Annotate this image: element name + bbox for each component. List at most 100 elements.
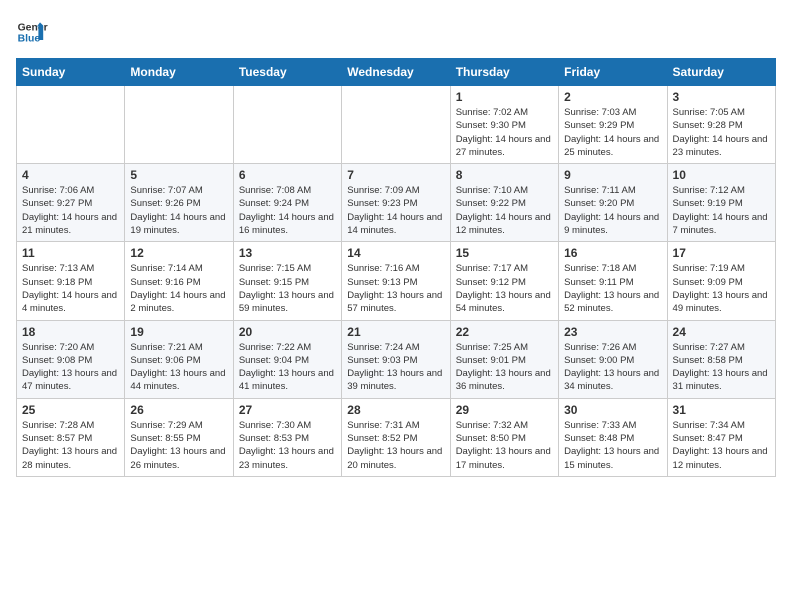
calendar-cell: 6 Sunrise: 7:08 AMSunset: 9:24 PMDaylight…: [233, 164, 341, 242]
day-number: 26: [130, 403, 227, 417]
calendar-cell: [342, 86, 450, 164]
day-info: Sunrise: 7:13 AMSunset: 9:18 PMDaylight:…: [22, 262, 119, 315]
calendar-cell: 17 Sunrise: 7:19 AMSunset: 9:09 PMDayligh…: [667, 242, 775, 320]
calendar-cell: 20 Sunrise: 7:22 AMSunset: 9:04 PMDayligh…: [233, 320, 341, 398]
calendar-cell: 26 Sunrise: 7:29 AMSunset: 8:55 PMDayligh…: [125, 398, 233, 476]
calendar-cell: 30Sunrise: 7:33 AMSunset: 8:48 PMDayligh…: [559, 398, 667, 476]
day-number: 15: [456, 246, 553, 260]
day-number: 9: [564, 168, 661, 182]
day-number: 28: [347, 403, 444, 417]
day-info: Sunrise: 7:17 AMSunset: 9:12 PMDaylight:…: [456, 262, 553, 315]
calendar-cell: 16Sunrise: 7:18 AMSunset: 9:11 PMDayligh…: [559, 242, 667, 320]
day-number: 8: [456, 168, 553, 182]
calendar-header-wednesday: Wednesday: [342, 59, 450, 86]
day-number: 18: [22, 325, 119, 339]
calendar-cell: 23 Sunrise: 7:26 AMSunset: 9:00 PMDayligh…: [559, 320, 667, 398]
day-number: 24: [673, 325, 770, 339]
calendar-cell: 18 Sunrise: 7:20 AMSunset: 9:08 PMDayligh…: [17, 320, 125, 398]
day-info: Sunrise: 7:10 AMSunset: 9:22 PMDaylight:…: [456, 184, 553, 237]
day-number: 2: [564, 90, 661, 104]
calendar-cell: 21Sunrise: 7:24 AMSunset: 9:03 PMDayligh…: [342, 320, 450, 398]
day-info: Sunrise: 7:22 AMSunset: 9:04 PMDaylight:…: [239, 341, 336, 394]
day-number: 5: [130, 168, 227, 182]
calendar-cell: 4 Sunrise: 7:06 AMSunset: 9:27 PMDaylight…: [17, 164, 125, 242]
calendar-header-monday: Monday: [125, 59, 233, 86]
calendar-cell: 15 Sunrise: 7:17 AMSunset: 9:12 PMDayligh…: [450, 242, 558, 320]
day-info: Sunrise: 7:09 AMSunset: 9:23 PMDaylight:…: [347, 184, 444, 237]
day-number: 11: [22, 246, 119, 260]
day-number: 17: [673, 246, 770, 260]
day-info: Sunrise: 7:31 AMSunset: 8:52 PMDaylight:…: [347, 419, 444, 472]
day-info: Sunrise: 7:12 AMSunset: 9:19 PMDaylight:…: [673, 184, 770, 237]
calendar-cell: 5 Sunrise: 7:07 AMSunset: 9:26 PMDaylight…: [125, 164, 233, 242]
day-info: Sunrise: 7:29 AMSunset: 8:55 PMDaylight:…: [130, 419, 227, 472]
day-number: 31: [673, 403, 770, 417]
calendar-table: SundayMondayTuesdayWednesdayThursdayFrid…: [16, 58, 776, 477]
calendar-cell: 27Sunrise: 7:30 AMSunset: 8:53 PMDayligh…: [233, 398, 341, 476]
day-number: 19: [130, 325, 227, 339]
calendar-header-thursday: Thursday: [450, 59, 558, 86]
calendar-cell: 25 Sunrise: 7:28 AMSunset: 8:57 PMDayligh…: [17, 398, 125, 476]
day-info: Sunrise: 7:34 AMSunset: 8:47 PMDaylight:…: [673, 419, 770, 472]
day-info: Sunrise: 7:19 AMSunset: 9:09 PMDaylight:…: [673, 262, 770, 315]
calendar-cell: 19 Sunrise: 7:21 AMSunset: 9:06 PMDayligh…: [125, 320, 233, 398]
day-number: 21: [347, 325, 444, 339]
calendar-cell: 10 Sunrise: 7:12 AMSunset: 9:19 PMDayligh…: [667, 164, 775, 242]
day-number: 3: [673, 90, 770, 104]
logo: General Blue: [16, 16, 48, 48]
day-info: Sunrise: 7:03 AMSunset: 9:29 PMDaylight:…: [564, 106, 661, 159]
day-info: Sunrise: 7:11 AMSunset: 9:20 PMDaylight:…: [564, 184, 661, 237]
day-number: 7: [347, 168, 444, 182]
calendar-cell: 9 Sunrise: 7:11 AMSunset: 9:20 PMDaylight…: [559, 164, 667, 242]
calendar-header-row: SundayMondayTuesdayWednesdayThursdayFrid…: [17, 59, 776, 86]
calendar-header-friday: Friday: [559, 59, 667, 86]
calendar-cell: 12 Sunrise: 7:14 AMSunset: 9:16 PMDayligh…: [125, 242, 233, 320]
day-number: 20: [239, 325, 336, 339]
calendar-cell: [233, 86, 341, 164]
calendar-cell: 3 Sunrise: 7:05 AMSunset: 9:28 PMDaylight…: [667, 86, 775, 164]
calendar-cell: 1 Sunrise: 7:02 AMSunset: 9:30 PMDaylight…: [450, 86, 558, 164]
day-number: 14: [347, 246, 444, 260]
day-info: Sunrise: 7:02 AMSunset: 9:30 PMDaylight:…: [456, 106, 553, 159]
svg-text:Blue: Blue: [18, 34, 41, 45]
calendar-cell: 13 Sunrise: 7:15 AMSunset: 9:15 PMDayligh…: [233, 242, 341, 320]
day-info: Sunrise: 7:07 AMSunset: 9:26 PMDaylight:…: [130, 184, 227, 237]
day-info: Sunrise: 7:20 AMSunset: 9:08 PMDaylight:…: [22, 341, 119, 394]
day-info: Sunrise: 7:14 AMSunset: 9:16 PMDaylight:…: [130, 262, 227, 315]
day-info: Sunrise: 7:21 AMSunset: 9:06 PMDaylight:…: [130, 341, 227, 394]
day-number: 23: [564, 325, 661, 339]
day-info: Sunrise: 7:18 AMSunset: 9:11 PMDaylight:…: [564, 262, 661, 315]
day-number: 29: [456, 403, 553, 417]
calendar-week-row: 11 Sunrise: 7:13 AMSunset: 9:18 PMDayligh…: [17, 242, 776, 320]
day-number: 12: [130, 246, 227, 260]
day-number: 6: [239, 168, 336, 182]
calendar-cell: 22Sunrise: 7:25 AMSunset: 9:01 PMDayligh…: [450, 320, 558, 398]
day-number: 25: [22, 403, 119, 417]
calendar-cell: 8 Sunrise: 7:10 AMSunset: 9:22 PMDaylight…: [450, 164, 558, 242]
calendar-week-row: 25 Sunrise: 7:28 AMSunset: 8:57 PMDayligh…: [17, 398, 776, 476]
day-number: 4: [22, 168, 119, 182]
day-info: Sunrise: 7:26 AMSunset: 9:00 PMDaylight:…: [564, 341, 661, 394]
day-info: Sunrise: 7:33 AMSunset: 8:48 PMDaylight:…: [564, 419, 661, 472]
calendar-cell: [17, 86, 125, 164]
day-info: Sunrise: 7:15 AMSunset: 9:15 PMDaylight:…: [239, 262, 336, 315]
day-number: 13: [239, 246, 336, 260]
day-number: 10: [673, 168, 770, 182]
calendar-cell: 7 Sunrise: 7:09 AMSunset: 9:23 PMDaylight…: [342, 164, 450, 242]
calendar-header-tuesday: Tuesday: [233, 59, 341, 86]
day-info: Sunrise: 7:27 AMSunset: 8:58 PMDaylight:…: [673, 341, 770, 394]
day-info: Sunrise: 7:16 AMSunset: 9:13 PMDaylight:…: [347, 262, 444, 315]
day-info: Sunrise: 7:28 AMSunset: 8:57 PMDaylight:…: [22, 419, 119, 472]
day-number: 1: [456, 90, 553, 104]
calendar-cell: 24 Sunrise: 7:27 AMSunset: 8:58 PMDayligh…: [667, 320, 775, 398]
calendar-week-row: 4 Sunrise: 7:06 AMSunset: 9:27 PMDaylight…: [17, 164, 776, 242]
calendar-cell: 28 Sunrise: 7:31 AMSunset: 8:52 PMDayligh…: [342, 398, 450, 476]
calendar-cell: 14 Sunrise: 7:16 AMSunset: 9:13 PMDayligh…: [342, 242, 450, 320]
day-info: Sunrise: 7:06 AMSunset: 9:27 PMDaylight:…: [22, 184, 119, 237]
calendar-week-row: 18 Sunrise: 7:20 AMSunset: 9:08 PMDayligh…: [17, 320, 776, 398]
calendar-cell: 2 Sunrise: 7:03 AMSunset: 9:29 PMDaylight…: [559, 86, 667, 164]
day-info: Sunrise: 7:08 AMSunset: 9:24 PMDaylight:…: [239, 184, 336, 237]
calendar-cell: 29Sunrise: 7:32 AMSunset: 8:50 PMDayligh…: [450, 398, 558, 476]
day-info: Sunrise: 7:05 AMSunset: 9:28 PMDaylight:…: [673, 106, 770, 159]
calendar-cell: [125, 86, 233, 164]
